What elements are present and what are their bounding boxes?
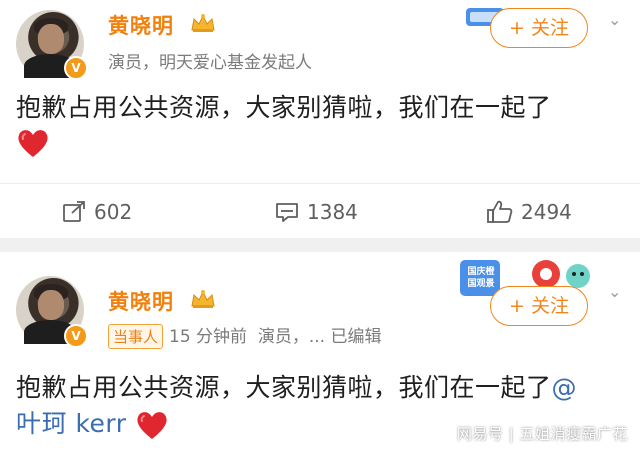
follow-button[interactable]: + 关注	[490, 286, 588, 326]
post-meta-rest: 演员，... 已编辑	[257, 327, 382, 347]
like-button[interactable]: 2494	[487, 200, 572, 224]
verified-icon: V	[64, 324, 88, 348]
heart-emoji	[137, 412, 167, 439]
mention-link[interactable]: 叶珂 kerr	[16, 409, 127, 438]
post-2: V 黄晓明 当事人 15 分钟前 演员，... 已编辑 国庆橙 国观景 + 关注 …	[0, 252, 640, 452]
chevron-down-icon[interactable]: ⌄	[608, 10, 621, 29]
sticker-text: 国庆橙 国观景	[467, 267, 495, 289]
repost-button[interactable]: 602	[62, 200, 132, 224]
comment-count: 1384	[307, 200, 358, 224]
post-separator	[0, 238, 640, 252]
watermark: 网易号 | 五姐消瘦霸广花	[456, 425, 628, 443]
heart-emoji	[18, 130, 48, 157]
mention-at[interactable]: @	[552, 373, 578, 402]
repost-icon	[63, 201, 85, 222]
post-meta: 当事人 15 分钟前 演员，... 已编辑	[108, 322, 382, 349]
post-1: V 黄晓明 演员，明天爱心基金发起人 + 关注 ⌄ 抱歉占用公共资源，大家别猜啦…	[0, 0, 640, 238]
comment-button[interactable]: 1384	[275, 200, 358, 224]
crown-icon	[191, 14, 215, 32]
user-bio: 演员，明天爱心基金发起人	[108, 53, 312, 73]
username[interactable]: 黄晓明	[108, 286, 174, 316]
post-time: 15 分钟前	[169, 327, 248, 347]
verified-icon: V	[64, 56, 88, 80]
like-icon	[487, 200, 513, 223]
divider	[0, 183, 640, 184]
comment-icon	[276, 203, 298, 222]
post-text: 抱歉占用公共资源，大家别猜啦，我们在一起了@	[16, 368, 577, 404]
chevron-down-icon[interactable]: ⌄	[608, 282, 621, 301]
status-badge: 当事人	[108, 324, 164, 349]
post-text-line2: 叶珂 kerr	[16, 404, 169, 441]
post-text: 抱歉占用公共资源，大家别猜啦，我们在一起了	[16, 93, 552, 122]
post-text-body: 抱歉占用公共资源，大家别猜啦，我们在一起了	[16, 373, 552, 402]
action-bar: 602 1384 2494	[0, 190, 640, 234]
like-count: 2494	[521, 200, 572, 224]
username[interactable]: 黄晓明	[108, 10, 174, 40]
crown-icon	[191, 290, 215, 308]
follow-button[interactable]: + 关注	[490, 8, 588, 48]
repost-count: 602	[94, 200, 133, 224]
